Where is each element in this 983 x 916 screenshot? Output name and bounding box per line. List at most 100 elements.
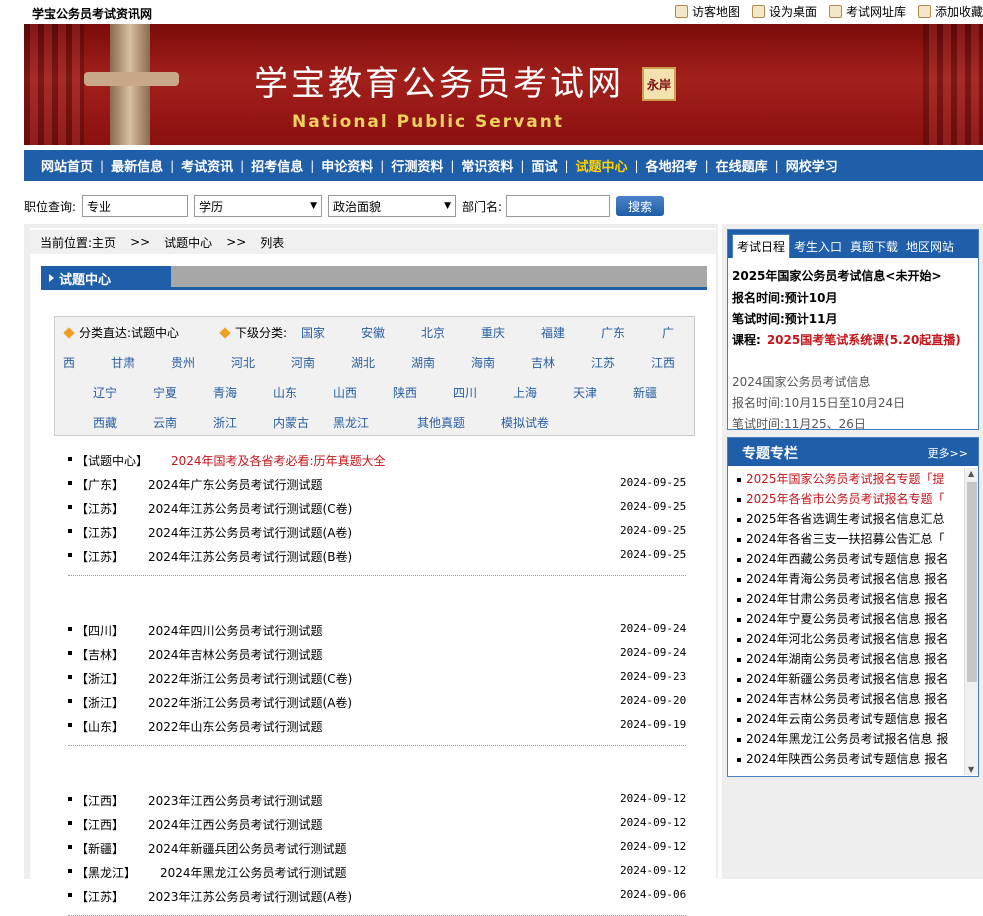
nav-item[interactable]: 试题中心 [569,156,635,175]
nav-item[interactable]: 招考信息 [244,156,310,175]
article-tag[interactable]: 【江苏】 [76,524,124,541]
category-link[interactable]: 青海 [213,384,237,401]
category-link[interactable]: 国家 [301,324,325,341]
category-link[interactable]: 海南 [471,354,495,371]
topic-item[interactable]: 2024年青海公务员考试报名信息 报名 [728,570,964,590]
category-link[interactable]: 吉林 [531,354,555,371]
topic-item[interactable]: 2025年各省选调生考试报名信息汇总 [728,510,964,530]
scroll-up-icon[interactable]: ▲ [968,469,974,478]
add-favorite-link[interactable]: 添加收藏 [917,3,983,20]
article-title[interactable]: 2024年江苏公务员考试行测试题(A卷) [148,524,352,541]
category-link[interactable]: 贵州 [171,354,195,371]
category-link[interactable]: 河北 [231,354,255,371]
search-button[interactable]: 搜索 [616,196,665,216]
nav-item[interactable]: 各地招考 [639,156,705,175]
category-link[interactable]: 重庆 [481,324,505,341]
topic-item[interactable]: 2024年云南公务员考试专题信息 报名 [728,710,964,730]
article-row[interactable]: 【江苏】 2024年江苏公务员考试行测试题(C卷) 2024-09-25 [68,497,688,521]
category-link[interactable]: 江西 [651,354,675,371]
article-row[interactable]: 【江西】 2024年江西公务员考试行测试题 2024-09-12 [68,813,688,837]
category-link[interactable]: 广东 [601,324,625,341]
url-library-link[interactable]: 考试网址库 [828,3,906,20]
topic-item[interactable]: 2024年各省三支一扶招募公告汇总「 [728,530,964,550]
topic-item[interactable]: 2025年国家公务员考试报名专题「提 [728,470,964,490]
article-title[interactable]: 2024年江苏公务员考试行测试题(B卷) [148,548,352,565]
category-link[interactable]: 新疆 [633,384,657,401]
direct-link[interactable]: 试题中心 [131,326,179,340]
scroll-thumb[interactable] [967,482,977,682]
article-tag[interactable]: 【江西】 [76,792,124,809]
breadcrumb-section[interactable]: 试题中心 [164,234,212,251]
article-row[interactable]: 【吉林】 2024年吉林公务员考试行测试题 2024-09-24 [68,643,688,667]
nav-item[interactable]: 在线题库 [709,156,775,175]
article-title[interactable]: 2023年江西公务员考试行测试题 [148,792,323,809]
category-link[interactable]: 西 [63,354,75,371]
category-link[interactable]: 甘肃 [111,354,135,371]
category-link[interactable]: 河南 [291,354,315,371]
article-tag[interactable]: 【广东】 [76,476,124,493]
article-title[interactable]: 2023年江苏公务员考试行测试题(A卷) [148,888,352,905]
topic-item[interactable]: 2024年湖南公务员考试报名信息 报名 [728,650,964,670]
article-row[interactable]: 【江苏】 2023年江苏公务员考试行测试题(A卷) 2024-09-06 [68,885,688,909]
article-row[interactable]: 【浙江】 2022年浙江公务员考试行测试题(C卷) 2024-09-23 [68,667,688,691]
article-tag[interactable]: 【吉林】 [76,646,124,663]
category-link[interactable]: 福建 [541,324,565,341]
article-title[interactable]: 2024年吉林公务员考试行测试题 [148,646,323,663]
topic-item[interactable]: 2024年黑龙江公务员考试报名信息 报 [728,730,964,750]
article-title[interactable]: 2024年黑龙江公务员考试行测试题 [160,864,347,881]
topic-item[interactable]: 2024年吉林公务员考试报名信息 报名 [728,690,964,710]
article-title[interactable]: 2024年江西公务员考试行测试题 [148,816,323,833]
topic-item[interactable]: 2024年河北公务员考试报名信息 报名 [728,630,964,650]
category-link[interactable]: 山西 [333,384,357,401]
set-desktop-link[interactable]: 设为桌面 [751,3,817,20]
nav-item[interactable]: 面试 [524,156,564,175]
article-row[interactable]: 【山东】 2022年山东公务员考试行测试题 2024-09-19 [68,715,688,739]
article-tag[interactable]: 【江西】 [76,816,124,833]
category-link[interactable]: 山东 [273,384,297,401]
category-link[interactable]: 宁夏 [153,384,177,401]
article-title[interactable]: 2024年江苏公务员考试行测试题(C卷) [148,500,352,517]
topic-item[interactable]: 2024年甘肃公务员考试报名信息 报名 [728,590,964,610]
article-tag[interactable]: 【新疆】 [76,840,124,857]
article-title[interactable]: 2022年山东公务员考试行测试题 [148,718,323,735]
article-tag[interactable]: 【黑龙江】 [76,864,136,881]
nav-item[interactable]: 网站首页 [34,156,100,175]
tab-regions[interactable]: 地区网站 [902,234,958,258]
topic-item[interactable]: 2025年各省市公务员考试报名专题「 [728,490,964,510]
article-row[interactable]: 【广东】 2024年广东公务员考试行测试题 2024-09-25 [68,473,688,497]
tab-candidate-entry[interactable]: 考生入口 [790,234,846,258]
category-link[interactable]: 北京 [421,324,445,341]
article-tag[interactable]: 【江苏】 [76,500,124,517]
article-title[interactable]: 2022年浙江公务员考试行测试题(C卷) [148,670,352,687]
category-link[interactable]: 云南 [153,414,177,431]
article-title[interactable]: 2024年国考及各省考必看:历年真题大全 [171,452,386,469]
politics-select[interactable]: 政治面貌 ▼ [328,195,457,217]
major-input[interactable]: 专业 [82,195,189,217]
category-link[interactable]: 西藏 [93,414,117,431]
nav-item[interactable]: 申论资料 [314,156,380,175]
category-link[interactable]: 安徽 [361,324,385,341]
nav-item[interactable]: 考试资讯 [174,156,240,175]
scroll-down-icon[interactable]: ▼ [968,765,974,774]
article-tag[interactable]: 【浙江】 [76,670,124,687]
category-link[interactable]: 内蒙古 [273,414,309,431]
category-link[interactable]: 上海 [513,384,537,401]
nav-item[interactable]: 常识资料 [454,156,520,175]
topic-item[interactable]: 2024年新疆公务员考试报名信息 报名 [728,670,964,690]
article-title[interactable]: 2024年新疆兵团公务员考试行测试题 [148,840,347,857]
article-row[interactable]: 【黑龙江】 2024年黑龙江公务员考试行测试题 2024-09-12 [68,861,688,885]
breadcrumb-home[interactable]: 主页 [92,236,116,250]
category-link[interactable]: 模拟试卷 [501,414,549,431]
article-row[interactable]: 【新疆】 2024年新疆兵团公务员考试行测试题 2024-09-12 [68,837,688,861]
article-row[interactable]: 【江西】 2023年江西公务员考试行测试题 2024-09-12 [68,789,688,813]
article-title[interactable]: 2022年浙江公务员考试行测试题(A卷) [148,694,352,711]
education-select[interactable]: 学历 ▼ [194,195,323,217]
article-row[interactable]: 【江苏】 2024年江苏公务员考试行测试题(A卷) 2024-09-25 [68,521,688,545]
article-row[interactable]: 【浙江】 2022年浙江公务员考试行测试题(A卷) 2024-09-20 [68,691,688,715]
topic-item[interactable]: 2024年陕西公务员考试专题信息 报名 [728,750,964,770]
category-link[interactable]: 辽宁 [93,384,117,401]
nav-item[interactable]: 网校学习 [779,156,845,175]
category-link[interactable]: 其他真题 [417,414,465,431]
category-link[interactable]: 四川 [453,384,477,401]
nav-item[interactable]: 最新信息 [104,156,170,175]
